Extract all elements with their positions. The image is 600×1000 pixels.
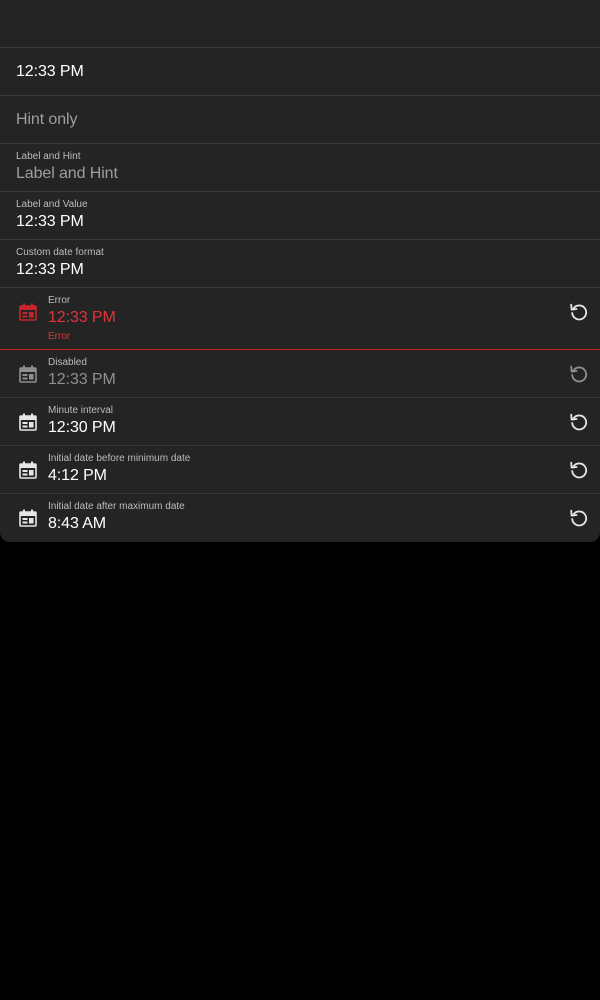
time-field-label-and-value[interactable]: Label and Value 12:33 PM <box>0 192 600 240</box>
time-picker-list: 12:33 PM Hint only Label and Hint Label … <box>0 0 600 542</box>
time-value: 12:33 PM <box>48 309 116 326</box>
reset-icon[interactable] <box>569 460 589 480</box>
field-label: Minute interval <box>48 405 114 416</box>
calendar-icon <box>19 461 37 479</box>
time-field-disabled: Disabled 12:33 PM <box>0 350 600 398</box>
time-field-custom-format[interactable]: Custom date format 12:33 PM <box>0 240 600 288</box>
time-field-hint-only[interactable]: Hint only <box>0 96 600 144</box>
calendar-icon <box>19 365 37 383</box>
calendar-icon <box>19 509 37 527</box>
field-label: Custom date format <box>16 247 104 258</box>
field-label: Error <box>48 295 71 306</box>
time-value: 12:33 PM <box>16 63 84 80</box>
calendar-icon <box>19 413 37 431</box>
field-label: Initial date after maximum date <box>48 501 185 512</box>
time-hint: Label and Hint <box>16 165 118 182</box>
reset-icon[interactable] <box>569 412 589 432</box>
reset-icon[interactable] <box>569 508 589 528</box>
time-value: 12:30 PM <box>48 419 116 436</box>
time-field-error[interactable]: Error 12:33 PM Error <box>0 288 600 350</box>
time-value: 12:33 PM <box>16 213 84 230</box>
time-value: 12:33 PM <box>48 371 116 388</box>
field-label: Initial date before minimum date <box>48 453 191 464</box>
time-value: 8:43 AM <box>48 515 107 532</box>
time-field-after-maximum[interactable]: Initial date after maximum date 8:43 AM <box>0 494 600 542</box>
top-empty-field[interactable] <box>0 0 600 48</box>
time-field-before-minimum[interactable]: Initial date before minimum date 4:12 PM <box>0 446 600 494</box>
error-message: Error <box>48 331 71 342</box>
field-label: Label and Hint <box>16 151 81 162</box>
time-field-minute-interval[interactable]: Minute interval 12:30 PM <box>0 398 600 446</box>
time-value: 4:12 PM <box>48 467 107 484</box>
time-value: 12:33 PM <box>16 261 84 278</box>
reset-icon[interactable] <box>569 302 589 322</box>
field-label: Label and Value <box>16 199 88 210</box>
time-hint: Hint only <box>16 111 78 128</box>
field-label: Disabled <box>48 357 87 368</box>
reset-icon <box>570 365 588 383</box>
time-field-plain[interactable]: 12:33 PM <box>0 48 600 96</box>
calendar-icon <box>19 303 37 321</box>
time-field-label-and-hint[interactable]: Label and Hint Label and Hint <box>0 144 600 192</box>
